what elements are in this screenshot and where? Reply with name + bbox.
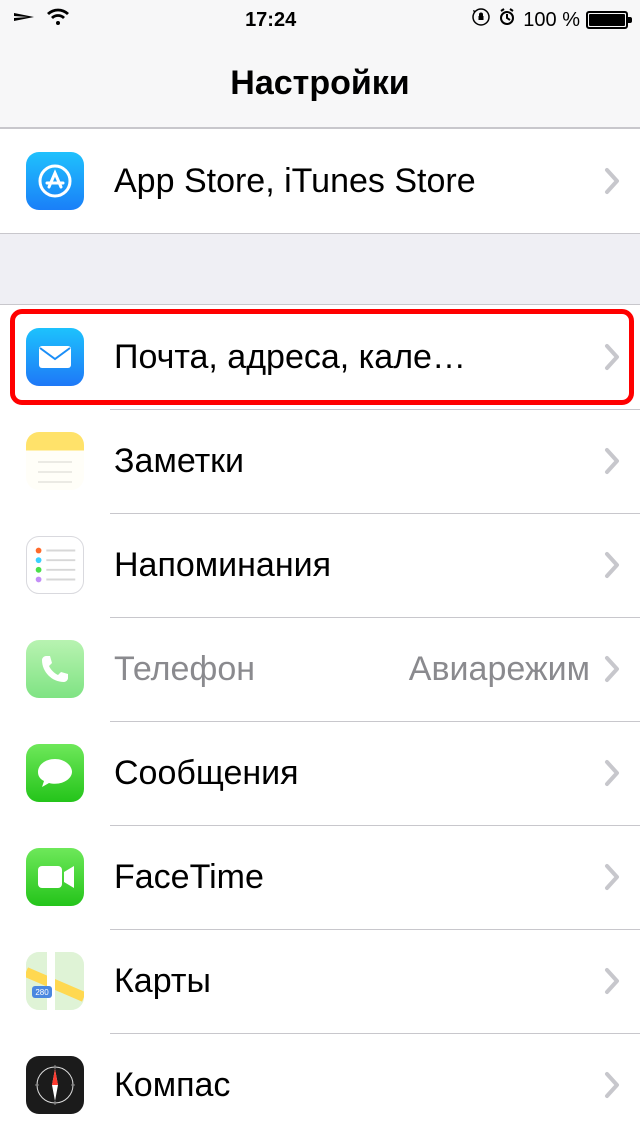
row-phone[interactable]: Телефон Авиарежим <box>0 617 640 721</box>
row-reminders[interactable]: Напоминания <box>0 513 640 617</box>
chevron-right-icon <box>604 967 620 995</box>
notes-icon <box>26 432 84 490</box>
row-reminders-label: Напоминания <box>114 546 604 585</box>
row-messages-label: Сообщения <box>114 754 604 793</box>
mail-icon <box>26 328 84 386</box>
row-facetime-label: FaceTime <box>114 858 604 897</box>
row-maps[interactable]: 280 Карты <box>0 929 640 1033</box>
row-notes[interactable]: Заметки <box>0 409 640 513</box>
settings-group-apps: Почта, адреса, кале… Заметки Напоминания… <box>0 304 640 1136</box>
statusbar-time: 17:24 <box>245 9 296 32</box>
wifi-icon <box>46 7 70 33</box>
row-phone-detail: Авиарежим <box>409 650 590 689</box>
chevron-right-icon <box>604 759 620 787</box>
svg-text:280: 280 <box>35 988 49 997</box>
row-mail[interactable]: Почта, адреса, кале… <box>0 305 640 409</box>
chevron-right-icon <box>604 863 620 891</box>
battery-icon <box>586 11 628 29</box>
appstore-icon <box>26 152 84 210</box>
chevron-right-icon <box>604 655 620 683</box>
orientation-lock-icon <box>471 7 491 33</box>
row-appstore-label: App Store, iTunes Store <box>114 162 604 201</box>
chevron-right-icon <box>604 551 620 579</box>
battery-percent: 100 % <box>523 9 580 32</box>
page-title: Настройки <box>230 64 409 103</box>
row-compass[interactable]: Компас <box>0 1033 640 1136</box>
compass-icon <box>26 1056 84 1114</box>
chevron-right-icon <box>604 1071 620 1099</box>
phone-icon <box>26 640 84 698</box>
row-maps-label: Карты <box>114 962 604 1001</box>
chevron-right-icon <box>604 343 620 371</box>
row-notes-label: Заметки <box>114 442 604 481</box>
status-bar: 17:24 100 % <box>0 0 640 40</box>
row-mail-label: Почта, адреса, кале… <box>114 338 604 377</box>
row-messages[interactable]: Сообщения <box>0 721 640 825</box>
settings-group-store: App Store, iTunes Store <box>0 128 640 234</box>
messages-icon <box>26 744 84 802</box>
row-appstore[interactable]: App Store, iTunes Store <box>0 129 640 233</box>
alarm-icon <box>497 7 517 33</box>
chevron-right-icon <box>604 167 620 195</box>
maps-icon: 280 <box>26 952 84 1010</box>
row-facetime[interactable]: FaceTime <box>0 825 640 929</box>
chevron-right-icon <box>604 447 620 475</box>
facetime-icon <box>26 848 84 906</box>
row-compass-label: Компас <box>114 1066 604 1105</box>
airplane-icon <box>12 5 36 35</box>
reminders-icon <box>26 536 84 594</box>
page-header: Настройки <box>0 40 640 128</box>
row-phone-label: Телефон <box>114 650 409 689</box>
